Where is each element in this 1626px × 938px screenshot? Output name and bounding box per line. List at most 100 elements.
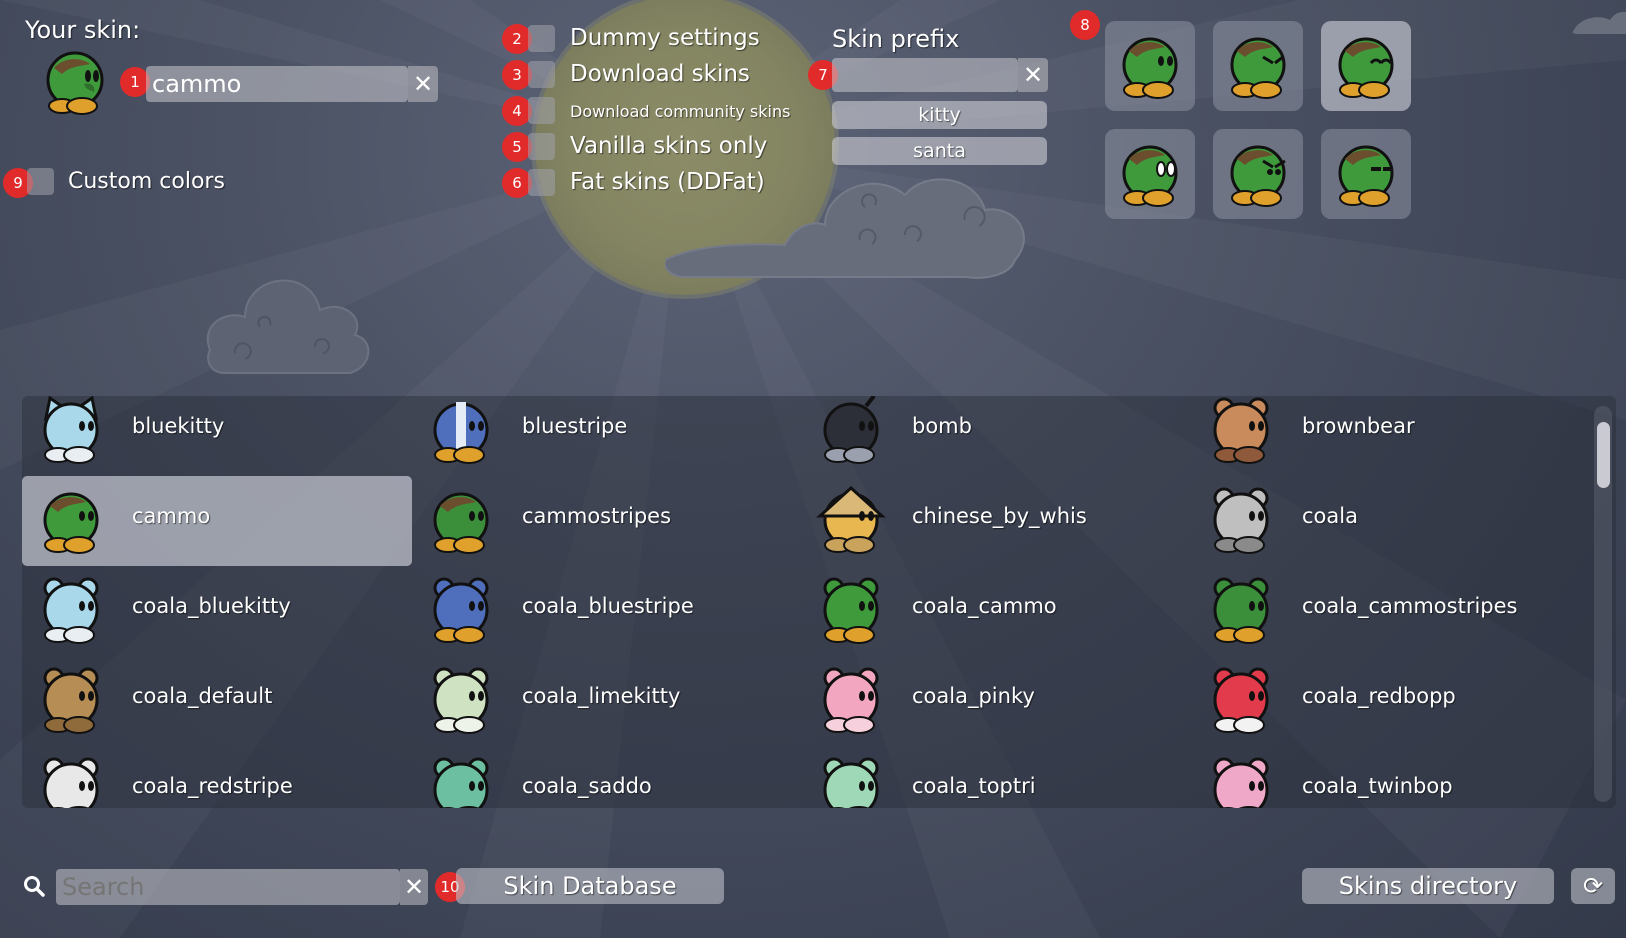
vanilla-skins-only-checkbox[interactable]	[528, 133, 555, 160]
vanilla-skins-only-label: Vanilla skins only	[570, 133, 768, 159]
skin-list-item[interactable]: chinese_by_whis	[802, 476, 1192, 566]
skin-name-label: brownbear	[1302, 414, 1415, 438]
skin-prefix-input[interactable]	[832, 58, 1018, 92]
skin-list-item[interactable]: coala_toptri	[802, 746, 1192, 808]
eye-preview-happy[interactable]	[1321, 21, 1411, 111]
skin-avatar-icon	[426, 396, 496, 466]
skin-list-item[interactable]: coala_pinky	[802, 656, 1192, 746]
skin-name-label: bluekitty	[132, 414, 225, 438]
skin-prefix-label: Skin prefix	[832, 25, 960, 53]
skin-list-item[interactable]: bluestripe	[412, 396, 802, 476]
custom-colors-checkbox[interactable]	[27, 168, 54, 195]
background-cloud-left	[206, 279, 370, 374]
skins-directory-button[interactable]: Skins directory	[1302, 868, 1554, 904]
eye-preview-angry[interactable]	[1213, 129, 1303, 219]
background-cloud-corner	[1572, 11, 1626, 34]
eye-preview-blink[interactable]	[1321, 129, 1411, 219]
skin-name-label: cammo	[132, 504, 211, 528]
skin-avatar-icon	[816, 756, 886, 808]
skin-list-item[interactable]: coala_limekitty	[412, 656, 802, 746]
skin-name-label: coala_toptri	[912, 774, 1036, 798]
skin-list-item[interactable]: coala_redstripe	[22, 746, 412, 808]
skin-name-label: coala_limekitty	[522, 684, 681, 708]
tee-normal-icon	[1115, 31, 1185, 105]
tee-blink-icon	[1331, 139, 1401, 213]
skin-avatar-icon	[1206, 666, 1276, 736]
eye-preview-surprise[interactable]	[1105, 129, 1195, 219]
skin-name-label: coala_twinbop	[1302, 774, 1453, 798]
skin-avatar-icon	[36, 486, 106, 556]
prefix-preset-santa[interactable]: santa	[832, 137, 1047, 165]
skin-avatar-icon	[36, 576, 106, 646]
your-skin-label: Your skin:	[25, 16, 141, 44]
skin-name-label: coala_cammo	[912, 594, 1057, 618]
skin-list-item[interactable]: coala_cammostripes	[1192, 566, 1582, 656]
skin-list-item[interactable]: coala_twinbop	[1192, 746, 1582, 808]
skin-list-item[interactable]: cammostripes	[412, 476, 802, 566]
skin-list-item[interactable]: coala_bluekitty	[22, 566, 412, 656]
skin-list-item[interactable]: coala_cammo	[802, 566, 1192, 656]
skin-list-item[interactable]: bluekitty	[22, 396, 412, 476]
tee-surprise-icon	[1115, 139, 1185, 213]
skin-avatar-icon	[426, 576, 496, 646]
your-skin-preview	[40, 48, 110, 118]
skin-list-item[interactable]: brownbear	[1192, 396, 1582, 476]
search-field[interactable]	[56, 869, 400, 905]
skin-name-label: coala_pinky	[912, 684, 1035, 708]
skin-name-label: bomb	[912, 414, 972, 438]
download-skins-label: Download skins	[570, 61, 750, 87]
download-community-skins-label: Download community skins	[570, 102, 791, 121]
skin-avatar-icon	[816, 485, 886, 556]
skin-name-label: coala_cammostripes	[1302, 594, 1518, 618]
refresh-icon[interactable]: ⟳	[1571, 868, 1615, 904]
skin-name-label: bluestripe	[522, 414, 628, 438]
skin-list-item[interactable]: coala_default	[22, 656, 412, 746]
skin-avatar-icon	[816, 576, 886, 646]
skin-avatar-icon	[36, 666, 106, 736]
tee-happy-icon	[1331, 31, 1401, 105]
skin-list-item[interactable]: coala	[1192, 476, 1582, 566]
skin-avatar-icon	[816, 666, 886, 736]
search-input[interactable]	[56, 869, 400, 905]
skin-name-label: coala_bluekitty	[132, 594, 291, 618]
skin-name-label: coala_bluestripe	[522, 594, 694, 618]
download-community-skins-checkbox[interactable]	[528, 97, 555, 124]
skin-name-input[interactable]	[146, 66, 408, 102]
skin-list-item[interactable]: coala_saddo	[412, 746, 802, 808]
skin-list-item[interactable]: bomb	[802, 396, 1192, 476]
skin-name-label: coala	[1302, 504, 1358, 528]
skin-name-label: chinese_by_whis	[912, 504, 1087, 528]
skin-avatar-icon	[426, 486, 496, 556]
dummy-settings-checkbox[interactable]	[528, 25, 555, 52]
tee-pain-icon	[1223, 31, 1293, 105]
fat-skins-checkbox[interactable]	[528, 169, 555, 196]
skin-prefix-input-field[interactable]	[832, 58, 1018, 92]
skin-list-item[interactable]: coala_bluestripe	[412, 566, 802, 656]
skin-name-label: coala_saddo	[522, 774, 652, 798]
skin-name-label: coala_redbopp	[1302, 684, 1456, 708]
skin-avatar-icon	[36, 396, 106, 466]
skin-name-clear-icon[interactable]: ✕	[408, 66, 438, 102]
skin-name-label: coala_default	[132, 684, 273, 708]
eye-preview-pain[interactable]	[1213, 21, 1303, 111]
skin-avatar-icon	[1206, 486, 1276, 556]
download-skins-checkbox[interactable]	[528, 61, 555, 88]
skin-prefix-clear-icon[interactable]: ✕	[1018, 58, 1048, 92]
skin-list-item[interactable]: cammo	[22, 476, 412, 566]
skin-list-scroll-thumb[interactable]	[1597, 422, 1610, 488]
eye-preview-normal[interactable]	[1105, 21, 1195, 111]
dummy-settings-label: Dummy settings	[570, 25, 760, 51]
badge-8: 8	[1070, 10, 1100, 40]
custom-colors-label: Custom colors	[68, 169, 225, 194]
prefix-preset-kitty[interactable]: kitty	[832, 101, 1047, 129]
skin-avatar-icon	[816, 396, 886, 466]
skin-name-label: cammostripes	[522, 504, 672, 528]
skin-list-item[interactable]: coala_redbopp	[1192, 656, 1582, 746]
skin-avatar-icon	[1206, 756, 1276, 808]
tee-avatar-icon	[46, 51, 104, 115]
search-clear-icon[interactable]: ✕	[400, 869, 428, 905]
skin-name-input-field[interactable]	[146, 66, 408, 102]
skin-avatar-icon	[36, 756, 106, 808]
skin-database-button[interactable]: Skin Database	[456, 868, 724, 904]
skin-avatar-icon	[426, 666, 496, 736]
